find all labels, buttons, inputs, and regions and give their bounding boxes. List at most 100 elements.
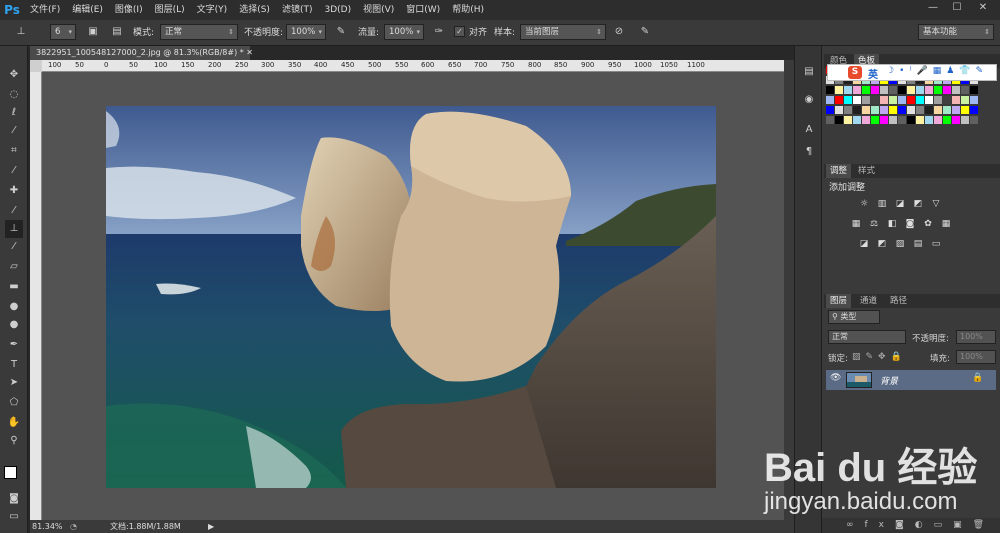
menu-filter[interactable]: 滤镜(T): [276, 0, 319, 20]
swatch[interactable]: [898, 86, 906, 94]
swatch[interactable]: [907, 86, 915, 94]
swatch[interactable]: [934, 86, 942, 94]
swatch[interactable]: [835, 116, 843, 124]
ime-toolbar[interactable]: S 英 ☽•⁾🎤▦♟👕✎: [827, 64, 997, 81]
history-panel-icon[interactable]: ▤: [801, 64, 817, 80]
move-tool-icon[interactable]: ✥: [5, 66, 23, 84]
color-lookup-icon[interactable]: ▦: [940, 218, 952, 230]
zoom-tool-icon[interactable]: ⚲: [5, 432, 23, 450]
layer-row[interactable]: 👁 背景 🔒: [826, 370, 996, 390]
swatch[interactable]: [925, 86, 933, 94]
swatch[interactable]: [862, 106, 870, 114]
layer-opacity-input[interactable]: 100%: [956, 330, 996, 344]
swatch[interactable]: [853, 106, 861, 114]
swatch[interactable]: [862, 116, 870, 124]
ignore-adjustment-layers-icon[interactable]: ⊘: [612, 25, 626, 39]
brush-size-picker[interactable]: 6 ▾: [50, 24, 76, 40]
ime-icons[interactable]: ☽•⁾🎤▦♟👕✎: [886, 66, 988, 76]
channel-mixer-icon[interactable]: ✿: [922, 218, 934, 230]
swatch[interactable]: [952, 106, 960, 114]
menu-file[interactable]: 文件(F): [24, 0, 66, 20]
fill-input[interactable]: 100%: [956, 350, 996, 364]
character-panel-icon[interactable]: A: [801, 122, 817, 138]
swatch[interactable]: [916, 96, 924, 104]
swatch[interactable]: [844, 116, 852, 124]
swatch[interactable]: [844, 106, 852, 114]
curves-icon[interactable]: ◪: [894, 198, 906, 210]
sample-dropdown[interactable]: 当前图层 ⇕: [520, 24, 606, 40]
swatch[interactable]: [880, 116, 888, 124]
exposure-icon[interactable]: ◩: [912, 198, 924, 210]
swatch[interactable]: [826, 106, 834, 114]
swatch[interactable]: [952, 96, 960, 104]
swatch[interactable]: [952, 86, 960, 94]
swatch[interactable]: [916, 106, 924, 114]
swatch[interactable]: [871, 116, 879, 124]
swatch[interactable]: [826, 96, 834, 104]
visibility-eye-icon[interactable]: 👁: [830, 373, 841, 383]
swatch[interactable]: [925, 96, 933, 104]
swatch[interactable]: [943, 116, 951, 124]
vibrance-icon[interactable]: ▽: [930, 198, 942, 210]
swatch[interactable]: [907, 96, 915, 104]
hue-sat-icon[interactable]: ▦: [850, 218, 862, 230]
tab-paths[interactable]: 路径: [886, 294, 911, 308]
swatch[interactable]: [853, 116, 861, 124]
swatch[interactable]: [943, 86, 951, 94]
swatch[interactable]: [898, 116, 906, 124]
swatch[interactable]: [925, 106, 933, 114]
quick-select-tool-icon[interactable]: ⁄: [5, 122, 23, 140]
vertical-ruler[interactable]: [30, 72, 42, 520]
swatch[interactable]: [952, 116, 960, 124]
pressure-opacity-icon[interactable]: ✎: [334, 25, 348, 39]
horizontal-ruler[interactable]: 100 50 0 50 100 150 200 250 300 350 400 …: [42, 60, 784, 72]
shape-tool-icon[interactable]: ⬠: [5, 394, 23, 412]
selective-color-icon[interactable]: ▭: [930, 238, 942, 250]
ime-lang[interactable]: 英: [868, 66, 878, 81]
hand-tool-icon[interactable]: ✋: [5, 414, 23, 432]
eyedropper-tool-icon[interactable]: ⁄: [5, 162, 23, 180]
black-white-icon[interactable]: ◧: [886, 218, 898, 230]
threshold-icon[interactable]: ▨: [894, 238, 906, 250]
flow-input[interactable]: 100% ▾: [384, 24, 424, 40]
actions-panel-icon[interactable]: ◉: [801, 92, 817, 108]
levels-icon[interactable]: ▥: [876, 198, 888, 210]
swatch[interactable]: [907, 106, 915, 114]
swatch[interactable]: [880, 96, 888, 104]
swatch[interactable]: [970, 86, 978, 94]
swatch[interactable]: [826, 116, 834, 124]
swatch[interactable]: [961, 86, 969, 94]
swatch[interactable]: [871, 96, 879, 104]
menu-image[interactable]: 图像(I): [109, 0, 149, 20]
swatch[interactable]: [970, 96, 978, 104]
marquee-tool-icon[interactable]: ◌: [5, 86, 23, 104]
swatch[interactable]: [826, 86, 834, 94]
swatch[interactable]: [853, 96, 861, 104]
document-image[interactable]: [106, 106, 716, 488]
swatch[interactable]: [835, 86, 843, 94]
menu-select[interactable]: 选择(S): [233, 0, 276, 20]
swatch[interactable]: [889, 116, 897, 124]
menu-layer[interactable]: 图层(L): [149, 0, 191, 20]
invert-icon[interactable]: ◪: [858, 238, 870, 250]
swatch[interactable]: [970, 116, 978, 124]
swatch[interactable]: [934, 106, 942, 114]
swatch[interactable]: [943, 96, 951, 104]
swatch[interactable]: [916, 86, 924, 94]
menu-edit[interactable]: 编辑(E): [66, 0, 109, 20]
dodge-tool-icon[interactable]: ●: [5, 316, 23, 334]
status-info-icon[interactable]: ◔: [70, 520, 77, 533]
quick-mask-icon[interactable]: ◙: [5, 490, 23, 508]
menu-help[interactable]: 帮助(H): [446, 0, 490, 20]
swatch[interactable]: [835, 106, 843, 114]
menu-view[interactable]: 视图(V): [357, 0, 400, 20]
mode-dropdown[interactable]: 正常 ⇕: [160, 24, 238, 40]
healing-brush-tool-icon[interactable]: ✚: [5, 182, 23, 200]
align-checkbox[interactable]: ✓: [454, 26, 465, 37]
layer-name[interactable]: 背景: [880, 374, 898, 387]
minimize-button[interactable]: —: [922, 1, 944, 15]
layer-kind-filter[interactable]: ⚲ 类型: [828, 310, 880, 324]
brush-tool-icon[interactable]: ⁄: [5, 202, 23, 220]
maximize-button[interactable]: ☐: [946, 1, 968, 15]
airbrush-icon[interactable]: ✑: [432, 25, 446, 39]
